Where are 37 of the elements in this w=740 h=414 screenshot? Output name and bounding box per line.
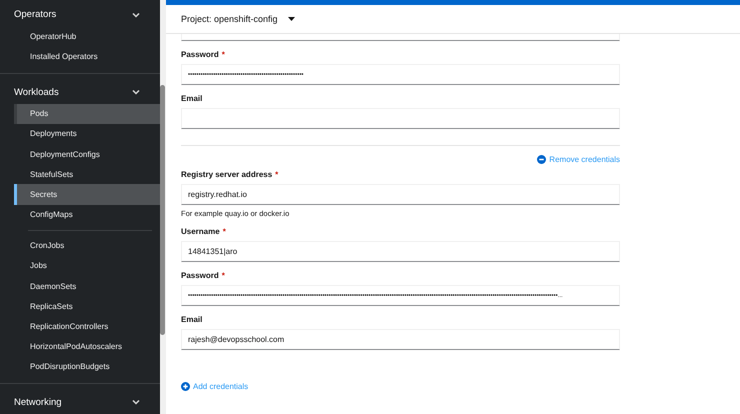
nav-item[interactable]: ConfigMaps — [14, 204, 160, 225]
input-field[interactable] — [181, 34, 620, 41]
field-label: Password * — [181, 50, 226, 59]
field-label: Username * — [181, 227, 227, 236]
nav-section-title[interactable]: Operators — [14, 9, 56, 20]
field-label: Email — [181, 94, 204, 103]
field-label: Email — [181, 315, 204, 324]
nav-item[interactable]: OperatorHub — [14, 26, 160, 46]
nav-item[interactable]: DaemonSets — [14, 276, 160, 296]
nav-item[interactable]: PodDisruptionBudgets — [14, 356, 160, 377]
nav-item[interactable]: ReplicationControllers — [14, 316, 160, 337]
nav-section-title[interactable]: Networking — [14, 396, 62, 408]
caret-icon — [288, 17, 295, 21]
minus-circle-icon — [537, 155, 546, 164]
nav-item[interactable]: StatefulSets — [14, 164, 160, 184]
plus-circle-icon — [181, 382, 190, 391]
scrollbar-thumb[interactable] — [160, 85, 165, 335]
input-field[interactable] — [181, 108, 620, 129]
nav-section-title[interactable]: Workloads — [14, 86, 59, 98]
nav-item[interactable]: Deployments — [14, 124, 160, 144]
nav-item[interactable]: CronJobs — [14, 236, 160, 256]
chevron-icon — [132, 89, 140, 96]
chevron-icon — [132, 12, 140, 18]
field-label: Password * — [181, 271, 226, 280]
nav-item[interactable]: DeploymentConfigs — [14, 144, 160, 164]
input-field[interactable]: 14841351|aro — [181, 241, 620, 262]
chevron-icon — [132, 399, 140, 406]
nav-item[interactable]: HorizontalPodAutoscalers — [14, 336, 160, 357]
project-dropdown[interactable]: Project: openshift-config — [181, 14, 295, 24]
input-field[interactable]: rajesh@devopsschool.com — [181, 329, 620, 350]
nav-item[interactable]: Pods — [14, 104, 160, 124]
field-label: Registry server address * — [181, 170, 280, 179]
nav-item[interactable]: Jobs — [14, 256, 160, 276]
nav-item[interactable]: Secrets — [14, 184, 160, 205]
nav-item[interactable]: ReplicaSets — [14, 296, 160, 316]
nav-item[interactable]: Installed Operators — [14, 46, 160, 67]
input-field[interactable]: registry.redhat.io — [181, 184, 620, 205]
